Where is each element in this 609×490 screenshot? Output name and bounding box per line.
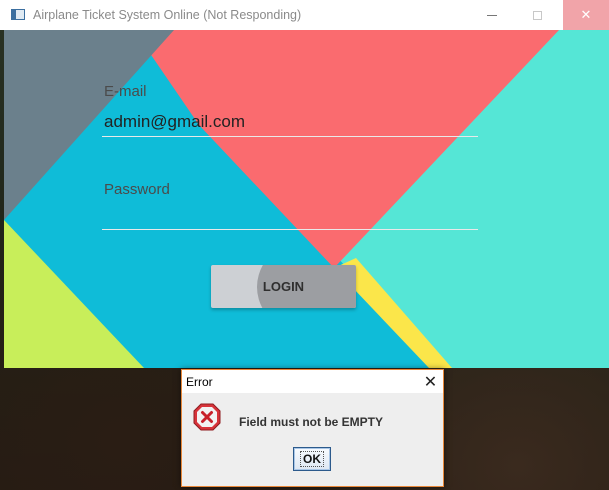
login-button[interactable]: LOGIN <box>211 265 356 308</box>
ok-button[interactable]: OK <box>293 447 331 471</box>
password-field[interactable] <box>102 201 478 230</box>
login-button-label: LOGIN <box>262 279 305 294</box>
dialog-close-icon: ✕ <box>423 373 438 391</box>
minimize-button[interactable] <box>469 0 515 30</box>
dialog-close-button[interactable]: ✕ <box>418 370 443 393</box>
material-background <box>4 30 609 368</box>
maximize-button[interactable] <box>514 0 560 30</box>
ok-button-label: OK <box>300 451 324 467</box>
close-icon: ✕ <box>580 7 592 22</box>
error-x-icon <box>193 403 221 431</box>
maximize-icon <box>532 10 542 20</box>
email-field[interactable] <box>102 108 478 137</box>
app-window-icon <box>11 9 25 20</box>
error-dialog: Error ✕ Field must not be EMPTY OK <box>181 369 444 487</box>
error-message: Field must not be EMPTY <box>239 415 384 429</box>
login-panel: E-mail Password LOGIN <box>4 30 609 368</box>
dialog-titlebar[interactable]: Error ✕ <box>182 370 443 393</box>
password-label: Password <box>104 181 170 198</box>
close-button[interactable]: ✕ <box>563 0 609 30</box>
email-label: E-mail <box>104 83 147 100</box>
window-title: Airplane Ticket System Online (Not Respo… <box>33 8 302 22</box>
dialog-title: Error <box>186 375 213 389</box>
main-window: Airplane Ticket System Online (Not Respo… <box>0 0 609 368</box>
minimize-icon <box>487 14 497 16</box>
window-titlebar[interactable]: Airplane Ticket System Online (Not Respo… <box>0 0 609 30</box>
